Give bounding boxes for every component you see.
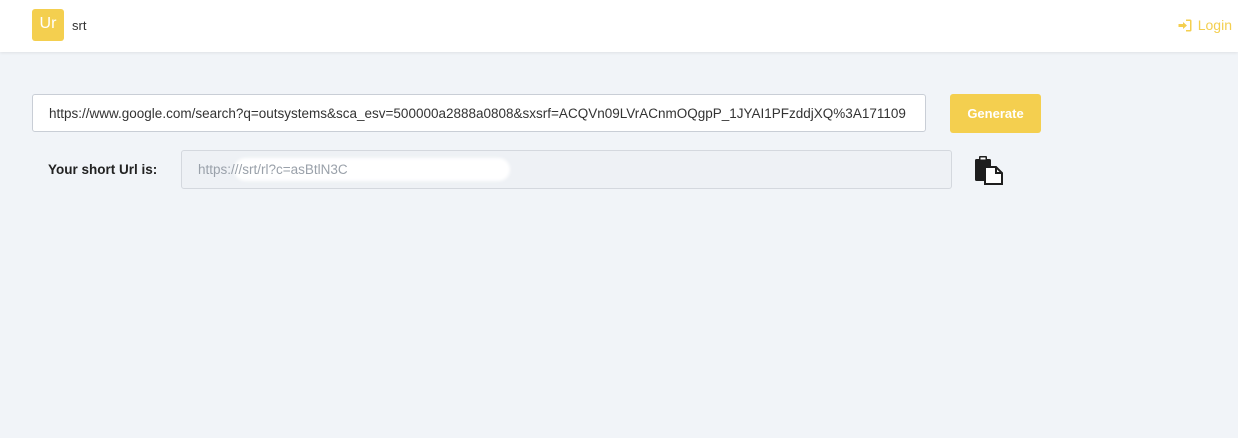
short-url-suffix: /srt/rl?c=asBtlN3C xyxy=(238,162,348,177)
short-url-label: Your short Url is: xyxy=(48,162,158,177)
top-header: Ur srt Login xyxy=(0,0,1238,52)
login-link[interactable]: Login xyxy=(1178,17,1232,33)
app-name: srt xyxy=(72,18,87,33)
short-url-output[interactable]: https:///srt/rl?c=asBtlN3C xyxy=(181,150,952,189)
short-url-prefix: https:// xyxy=(198,162,239,177)
long-url-input[interactable] xyxy=(32,94,926,132)
sign-in-icon xyxy=(1178,19,1192,32)
app-logo[interactable]: Ur xyxy=(32,9,64,41)
login-label[interactable]: Login xyxy=(1198,17,1232,33)
clipboard-copy-icon[interactable] xyxy=(972,154,1006,186)
generate-button[interactable]: Generate xyxy=(950,94,1041,133)
